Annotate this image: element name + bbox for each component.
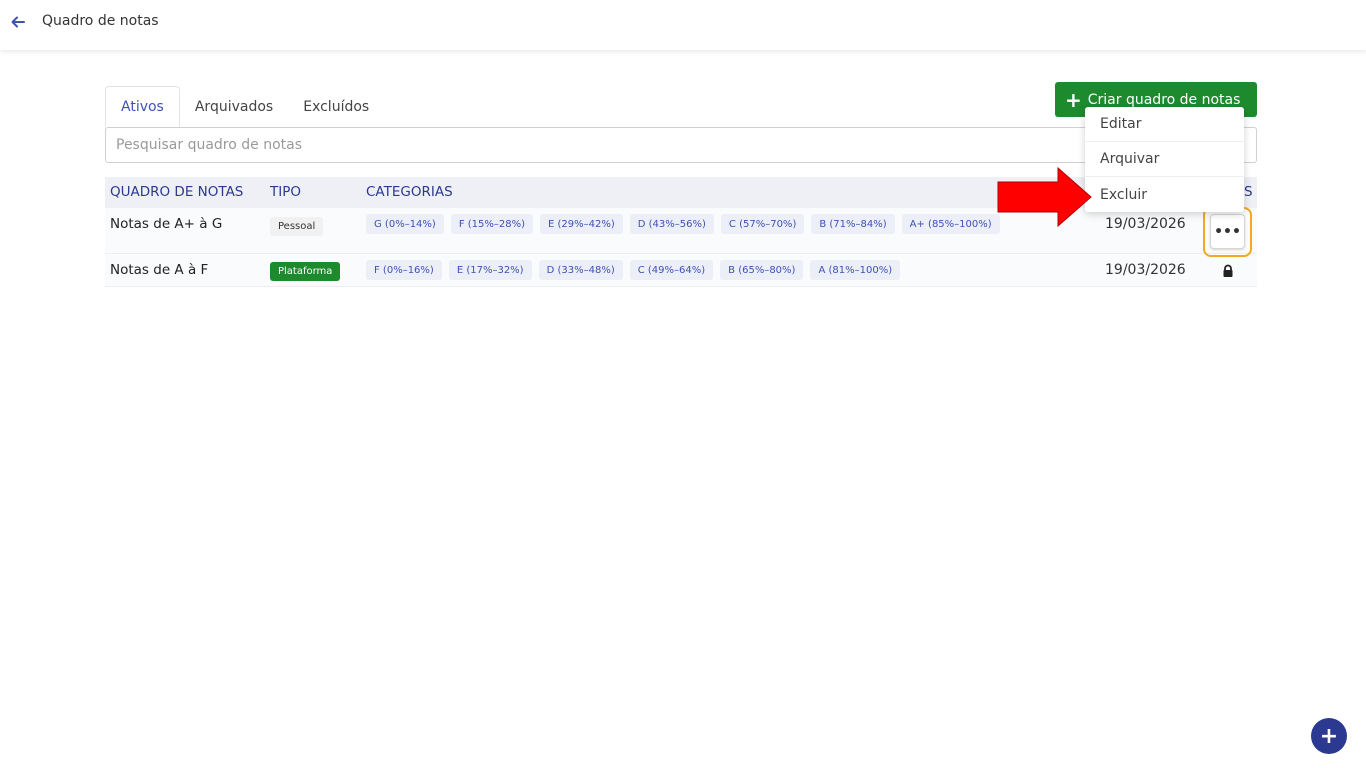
table-row: Notas de A à F Plataforma F (0%–16%) E (… xyxy=(105,255,1257,287)
type-badge: Pessoal xyxy=(270,217,324,236)
tab-bar: Ativos Arquivados Excluídos xyxy=(105,86,384,127)
top-bar: Quadro de notas xyxy=(0,0,1366,50)
created-date: 19/03/2026 xyxy=(1105,262,1186,278)
lock-icon xyxy=(1221,263,1235,277)
highlight-outline: ••• xyxy=(1203,207,1252,257)
floating-add-button[interactable]: + xyxy=(1311,718,1347,754)
gradebook-name: Notas de A+ à G xyxy=(110,216,223,232)
type-badge: Plataforma xyxy=(270,262,341,281)
category-chip: A+ (85%–100%) xyxy=(901,214,1000,234)
page-title: Quadro de notas xyxy=(42,13,159,29)
create-gradebook-label: Criar quadro de notas xyxy=(1087,91,1241,108)
category-chip: B (65%–80%) xyxy=(720,260,804,280)
tab-ativos[interactable]: Ativos xyxy=(105,86,180,127)
category-chip: F (15%–28%) xyxy=(450,214,534,234)
red-arrow-annotation-icon xyxy=(997,167,1092,227)
plus-icon: + xyxy=(1065,87,1082,112)
column-header-categories[interactable]: CATEGORIAS xyxy=(366,184,453,200)
category-chip: B (71%–84%) xyxy=(811,214,895,234)
category-chip: G (0%–14%) xyxy=(366,214,444,234)
category-chip: D (43%–56%) xyxy=(629,214,714,234)
column-header-actions: S xyxy=(1244,184,1253,200)
gradebook-name: Notas de A à F xyxy=(110,262,209,278)
category-chip: E (29%–42%) xyxy=(540,214,623,234)
row-actions-menu: Editar Arquivar Excluir xyxy=(1085,107,1244,212)
menu-item-archive[interactable]: Arquivar xyxy=(1085,142,1244,177)
tab-excluidos[interactable]: Excluídos xyxy=(288,86,384,127)
created-date: 19/03/2026 xyxy=(1105,216,1186,232)
tab-arquivados[interactable]: Arquivados xyxy=(180,86,288,127)
column-header-name[interactable]: QUADRO DE NOTAS xyxy=(110,184,243,200)
category-chip: C (49%–64%) xyxy=(629,260,714,280)
category-list: F (0%–16%) E (17%–32%) D (33%–48%) C (49… xyxy=(366,260,907,280)
category-chip: D (33%–48%) xyxy=(538,260,623,280)
column-header-type[interactable]: TIPO xyxy=(270,184,301,200)
category-chip: C (57%–70%) xyxy=(720,214,805,234)
menu-item-delete[interactable]: Excluir xyxy=(1085,177,1244,212)
back-arrow-icon[interactable] xyxy=(8,12,28,32)
menu-item-edit[interactable]: Editar xyxy=(1085,107,1244,142)
category-list: G (0%–14%) F (15%–28%) E (29%–42%) D (43… xyxy=(366,214,1007,234)
more-options-button[interactable]: ••• xyxy=(1210,214,1245,249)
category-chip: E (17%–32%) xyxy=(448,260,532,280)
category-chip: F (0%–16%) xyxy=(366,260,442,280)
category-chip: A (81%–100%) xyxy=(810,260,901,280)
